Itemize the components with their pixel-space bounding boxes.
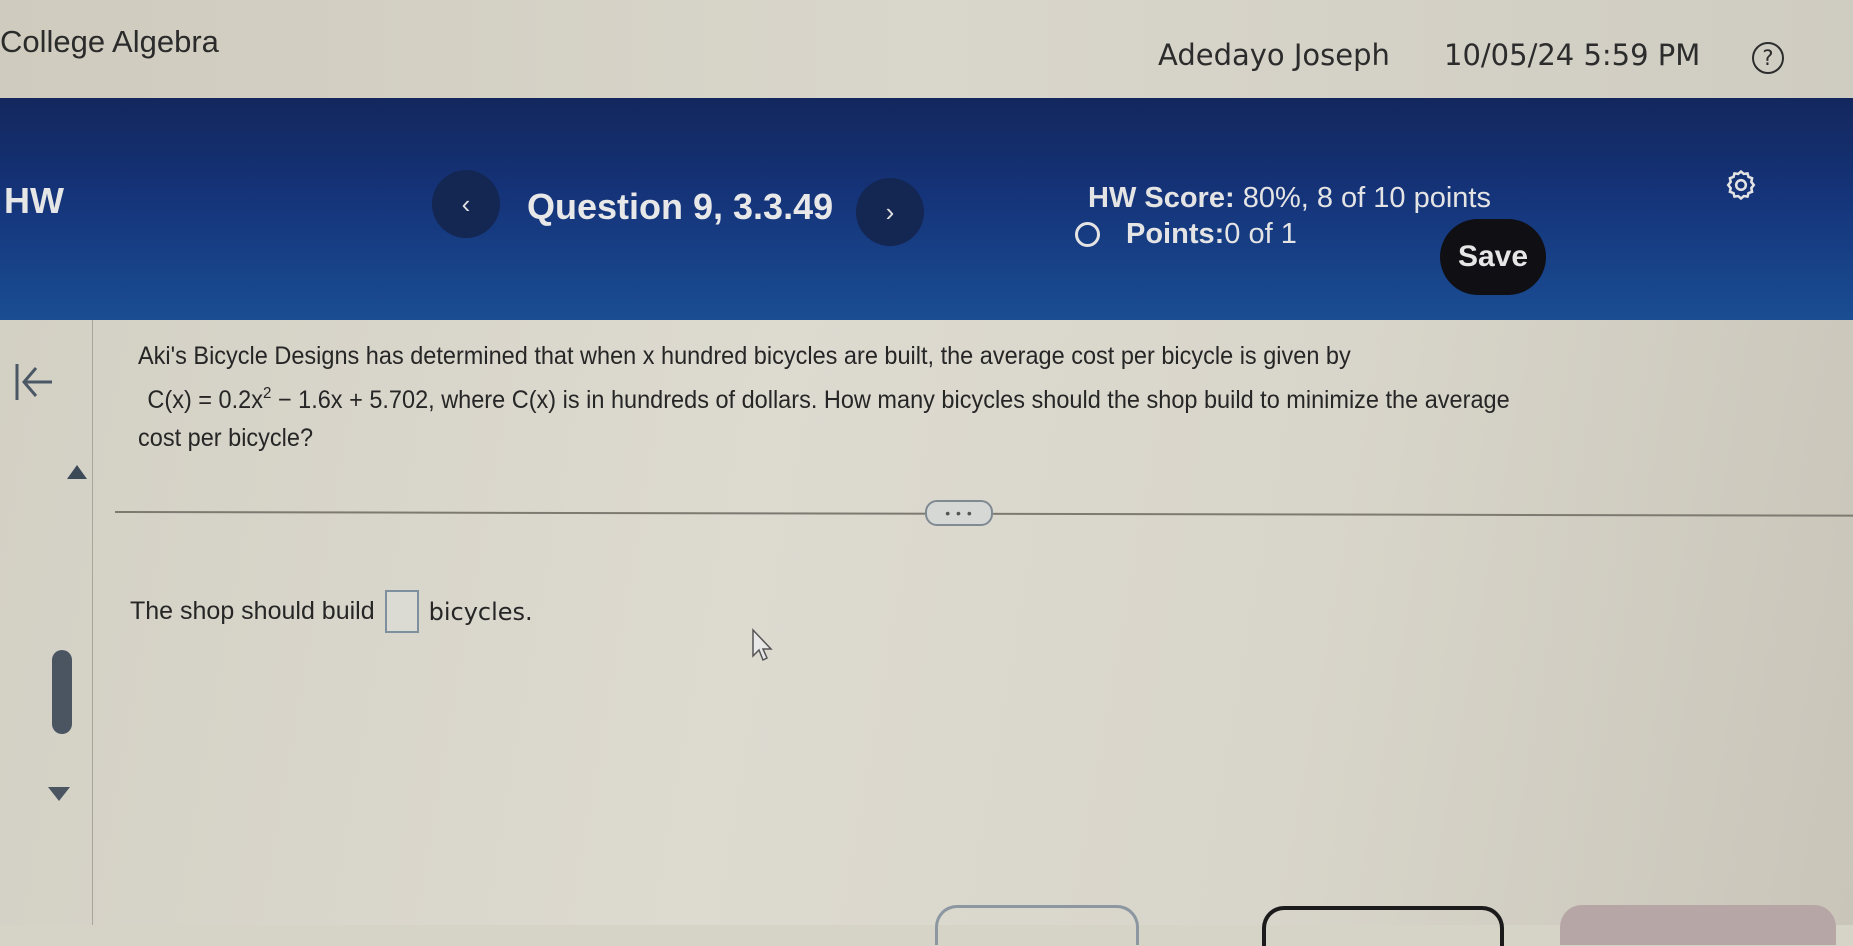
help-button[interactable]: ?	[1752, 42, 1784, 74]
question-circle-icon: ?	[1762, 46, 1774, 70]
hw-score: HW Score: 80%, 8 of 10 points	[1088, 182, 1491, 215]
answer-prefix: The shop should build	[130, 597, 375, 625]
hw-score-value: 80%, 8 of 10 points	[1234, 182, 1491, 214]
question-line-2-rest: , where C(x) is in hundreds of dollars. …	[428, 386, 1510, 414]
next-question-button[interactable]: ›	[856, 178, 924, 246]
question-header-banner: HW ‹ Question 9, 3.3.49 › HW Score: 80%,…	[0, 98, 1853, 320]
cost-formula: C(x) = 0.2x2 − 1.6x + 5.702	[147, 385, 429, 414]
mouse-cursor-icon	[752, 628, 773, 662]
user-name: Adedayo Joseph	[1158, 38, 1390, 72]
gear-icon[interactable]	[1724, 166, 1758, 204]
answer-suffix: bicycles.	[428, 597, 533, 626]
datetime: 10/05/24 5:59 PM	[1444, 38, 1701, 72]
status-circle-icon	[1075, 222, 1100, 247]
scroll-up-arrow-icon[interactable]	[67, 465, 87, 479]
course-title: College Algebra	[0, 24, 219, 59]
collapse-left-icon[interactable]	[14, 360, 54, 404]
question-line-1: Aki's Bicycle Designs has determined tha…	[138, 342, 1351, 370]
previous-question-button[interactable]: ‹	[432, 170, 500, 238]
bottom-button-2[interactable]	[1262, 906, 1504, 946]
formula-exponent: 2	[262, 385, 272, 402]
question-content: Aki's Bicycle Designs has determined tha…	[0, 320, 1853, 925]
left-rail-divider	[92, 320, 93, 925]
answer-row: The shop should build bicycles.	[130, 590, 533, 633]
save-button[interactable]: Save	[1440, 219, 1546, 295]
section-label: HW	[4, 180, 64, 221]
hw-score-label: HW Score:	[1088, 182, 1235, 214]
question-line-2: C(x) = 0.2x2 − 1.6x + 5.702, where C(x) …	[138, 375, 1727, 419]
points-value: 0 of 1	[1224, 218, 1297, 250]
question-text: Aki's Bicycle Designs has determined tha…	[138, 337, 1727, 457]
formula-left: C(x) = 0.2x	[147, 386, 263, 414]
chevron-left-icon: ‹	[461, 188, 471, 219]
chevron-right-icon: ›	[885, 196, 895, 227]
formula-right: − 1.6x + 5.702	[271, 386, 429, 414]
question-points: Points: 0 of 1	[1075, 218, 1297, 251]
scroll-down-arrow-icon[interactable]	[48, 787, 70, 801]
points-label: Points:	[1126, 218, 1225, 250]
question-label: Question 9, 3.3.49	[527, 186, 834, 227]
bottom-button-1[interactable]	[935, 905, 1139, 945]
question-line-3: cost per bicycle?	[138, 424, 314, 452]
answer-input[interactable]	[384, 590, 419, 633]
scrollbar-thumb[interactable]	[52, 650, 72, 734]
expand-more-button[interactable]: • • •	[925, 500, 993, 526]
top-bar: College Algebra Adedayo Joseph 10/05/24 …	[0, 0, 1853, 100]
bottom-button-3[interactable]	[1560, 905, 1836, 945]
